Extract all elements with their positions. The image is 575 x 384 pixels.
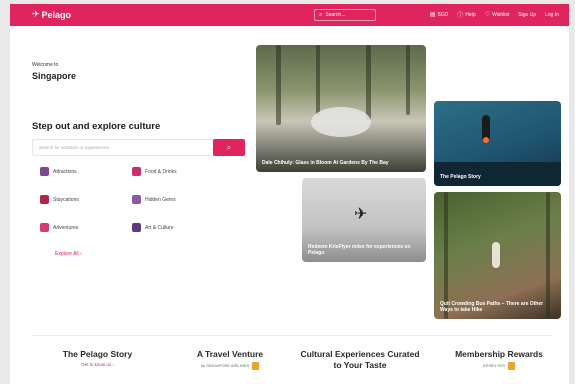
nav-links: ▤ SGD ⓘ Help ♡ Wishlist Sign Up Log In [429,10,559,20]
feature-title: A Travel Venture [196,349,264,359]
page-headline: Step out and explore culture [32,121,161,132]
feature-cultural-experiences: Cultural Experiences Curated to Your Tas… [300,349,420,371]
category-art-culture[interactable]: Art & Culture [132,223,174,232]
tree-trunk [366,45,371,120]
section-divider [32,335,552,336]
card-caption: Dale Chihuly: Glass in Bloom At Gardens … [262,159,389,166]
feature-title: Membership Rewards [455,349,543,359]
nav-search[interactable]: ⌕ Search... [314,9,376,21]
airplane-icon: ✈ [354,206,368,223]
currency-selector[interactable]: ▤ SGD [429,11,449,19]
card-caption: Redeem KrisFlyer miles for experiences o… [308,243,411,256]
glass-sculpture [311,107,371,137]
pelago-logo[interactable]: ✈ Pelago [32,9,71,20]
adventures-icon [40,223,49,232]
heart-icon: ♡ [484,12,491,18]
chevron-right-icon: › [112,362,114,368]
explore-all-link[interactable]: Explore All › [55,251,82,257]
article-card-glass-in-bloom[interactable]: Dale Chihuly: Glass in Bloom At Gardens … [256,45,426,172]
food-drinks-icon [132,167,141,176]
category-attractions[interactable]: Attractions [40,167,77,176]
tree-trunk [406,45,410,115]
feature-travel-venture: A Travel Venture by SINGAPORE AIRLINES [180,349,280,371]
art-culture-icon [132,223,141,232]
help-link[interactable]: ⓘ Help [457,10,476,20]
category-hidden-gems[interactable]: Hidden Gems [132,195,176,204]
activity-search-placeholder: Search for activities or experiences [39,145,110,150]
bird-icon [507,362,515,371]
category-label: Attractions [53,168,77,175]
card-caption: The Pelago Story [440,173,481,180]
hidden-gems-icon [132,195,141,204]
category-label: Food & Drinks [145,168,177,175]
currency-icon: ▤ [429,12,436,18]
help-label: Help [465,11,476,18]
wishlist-label: Wishlist [492,11,510,18]
article-card-krisflyer[interactable]: ✈ Redeem KrisFlyer miles for experiences… [302,178,426,262]
category-label: Staycations [53,196,79,203]
feature-link[interactable]: Get to know us › [50,362,145,368]
chevron-right-icon: › [80,251,82,257]
tree-trunk [316,45,320,115]
category-food-drinks[interactable]: Food & Drinks [132,167,177,176]
signup-link[interactable]: Sign Up [518,12,536,18]
welcome-text: Welcome to [32,62,59,68]
search-icon: ⌕ [226,142,232,152]
article-card-hike[interactable]: Quit Crowding Bus Paths – There are Othe… [434,192,561,319]
bird-icon [252,362,260,371]
category-label: Art & Culture [145,224,174,231]
nav-search-placeholder: Search... [325,12,346,18]
singapore-airlines-logo: by SINGAPORE AIRLINES [180,362,280,371]
wishlist-link[interactable]: ♡ Wishlist [484,11,510,19]
category-label: Hidden Gems [145,196,176,203]
krisflyer-logo: KRISFLYER [440,362,558,371]
page-frame: ✈ Pelago ⌕ Search... ▤ SGD ⓘ Help ♡ Wishlis… [10,4,569,384]
search-button[interactable]: ⌕ [213,139,245,156]
pelago-logo-icon: ✈ [32,9,40,19]
card-caption: Quit Crowding Bus Paths – There are Othe… [440,300,544,313]
feature-link-label: Get to know us [81,362,112,368]
explore-all-label: Explore All [55,251,79,257]
search-icon: ⌕ [319,11,323,18]
top-navbar: ✈ Pelago ⌕ Search... ▤ SGD ⓘ Help ♡ Wishlis… [10,4,569,26]
staycations-icon [40,195,49,204]
login-link[interactable]: Log In [545,12,559,18]
category-label: Adventures [53,224,79,231]
feature-sub: by SINGAPORE AIRLINES [200,363,250,369]
hiker-figure [492,242,500,268]
attractions-icon [40,167,49,176]
currency-label: SGD [437,11,449,18]
brand-name: Pelago [41,9,72,20]
feature-title: The Pelago Story [62,349,133,359]
activity-search-input[interactable]: Search for activities or experiences [32,139,215,156]
tree-trunk [276,45,281,125]
article-card-pelago-story[interactable]: The Pelago Story [434,101,561,186]
feature-pelago-story[interactable]: The Pelago Story Get to know us › [50,349,145,368]
feature-sub: KRISFLYER [483,363,505,369]
feature-title: Cultural Experiences Curated to Your Tas… [300,349,420,371]
headlamp-light [483,137,489,143]
help-icon: ⓘ [457,13,464,19]
feature-membership-rewards: Membership Rewards KRISFLYER [440,349,558,371]
category-staycations[interactable]: Staycations [40,195,79,204]
city-name: Singapore [32,71,77,81]
category-adventures[interactable]: Adventures [40,223,78,232]
